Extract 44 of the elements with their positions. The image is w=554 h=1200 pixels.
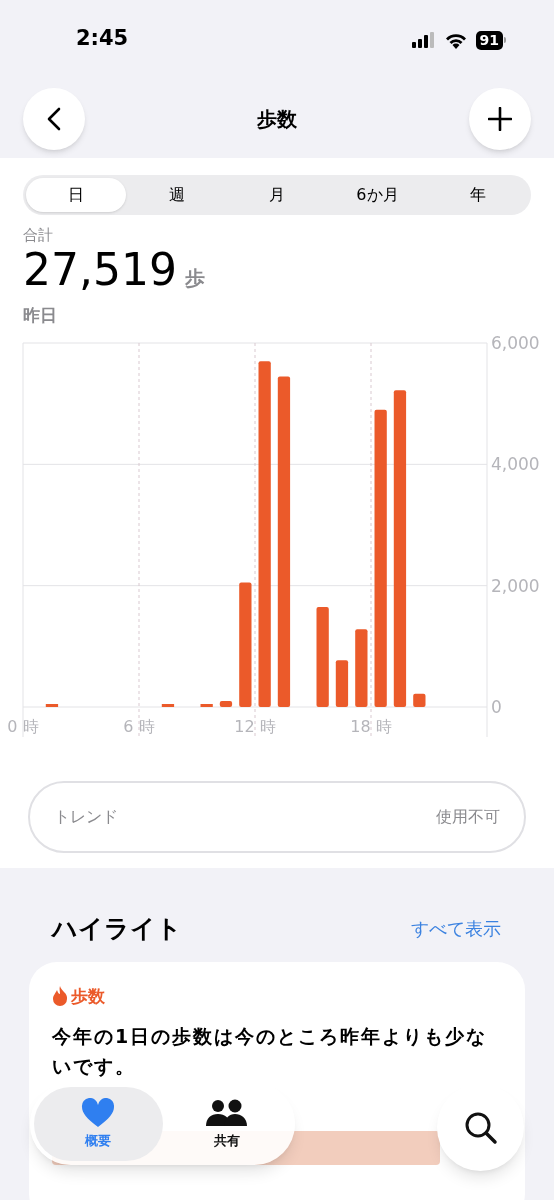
period-tab[interactable]: 月 xyxy=(226,178,328,212)
nav-title: 歩数 xyxy=(257,106,297,133)
bar xyxy=(200,704,213,707)
flame-icon xyxy=(52,986,68,1007)
add-button[interactable] xyxy=(469,88,531,150)
tab-bar-item[interactable]: 共有 xyxy=(162,1087,291,1161)
y-axis-label: 2,000 xyxy=(491,575,540,596)
wifi-icon xyxy=(443,31,468,49)
add-icon xyxy=(488,107,512,131)
signal-icon xyxy=(411,32,436,48)
total-steps: 27,519 xyxy=(23,245,177,295)
x-axis-label: 6 時 xyxy=(123,717,155,736)
steps-unit: 歩 xyxy=(184,265,205,292)
section-title: ハイライト xyxy=(52,913,182,945)
x-axis-label: 18 時 xyxy=(350,717,392,736)
date-label: 昨日 xyxy=(23,304,58,327)
people-icon xyxy=(204,1097,249,1128)
period-tab[interactable]: 6か月 xyxy=(327,178,428,212)
trend-label: トレンド xyxy=(54,806,118,828)
bar xyxy=(335,660,349,707)
show-all-link[interactable]: すべて表示 xyxy=(411,915,501,943)
status-time: 2:45 xyxy=(76,25,129,53)
summary-label: 合計 xyxy=(23,225,54,245)
bar xyxy=(161,704,175,707)
back-button[interactable] xyxy=(23,88,85,150)
period-tab[interactable]: 週 xyxy=(126,178,227,212)
back-icon xyxy=(47,107,61,131)
highlight-text: 今年の1日の歩数は今のところ昨年よりも少ないです。 xyxy=(52,1024,489,1079)
battery-indicator: 91 xyxy=(475,30,506,50)
highlight-category: 歩数 xyxy=(71,984,105,1008)
x-axis-label: 0 時 xyxy=(7,717,39,736)
x-axis-label: 12 時 xyxy=(234,717,276,736)
y-axis-label: 6,000 xyxy=(491,333,540,353)
bar xyxy=(219,700,233,707)
trend-card[interactable]: トレンド 使用不可 xyxy=(28,781,526,853)
search-icon xyxy=(463,1110,498,1145)
period-tab[interactable]: 年 xyxy=(427,178,529,212)
bar xyxy=(45,704,59,707)
y-axis-label: 0 xyxy=(491,697,502,717)
period-tab[interactable]: 日 xyxy=(26,178,127,212)
bar xyxy=(413,693,426,707)
trend-value: 使用不可 xyxy=(436,806,500,828)
y-axis-label: 4,000 xyxy=(491,454,540,475)
heart-icon xyxy=(81,1097,116,1128)
